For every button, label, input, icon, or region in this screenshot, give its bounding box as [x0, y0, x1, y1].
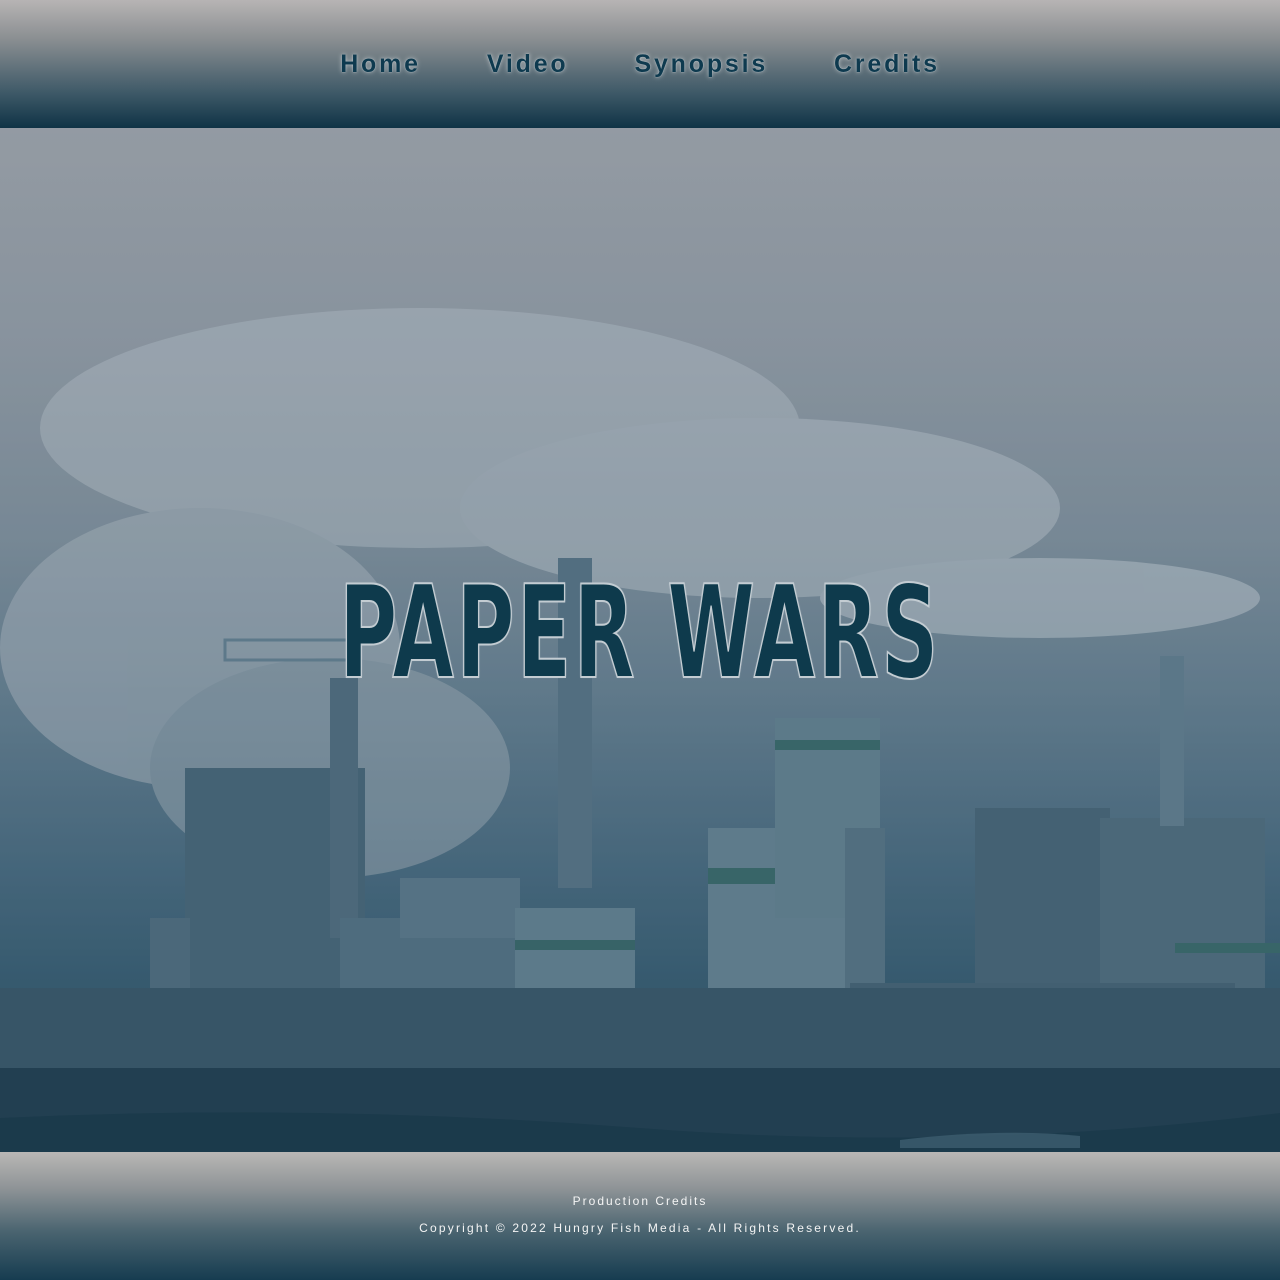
nav-synopsis[interactable]: Synopsis	[635, 44, 769, 84]
nav-home[interactable]: Home	[340, 44, 421, 84]
site-footer: Production Credits Copyright © 2022 Hung…	[0, 1152, 1280, 1280]
nav-video[interactable]: Video	[487, 44, 569, 84]
nav-credits[interactable]: Credits	[834, 44, 940, 84]
hero-title: PAPER WARS	[338, 559, 941, 708]
copyright-text: Copyright © 2022 Hungry Fish Media - All…	[419, 1221, 861, 1235]
site-header: Home Video Synopsis Credits	[0, 0, 1280, 128]
main-nav: Home Video Synopsis Credits	[0, 44, 1280, 84]
production-credits-link[interactable]: Production Credits	[0, 1194, 1280, 1208]
hero-section: PAPER WARS	[0, 128, 1280, 1152]
